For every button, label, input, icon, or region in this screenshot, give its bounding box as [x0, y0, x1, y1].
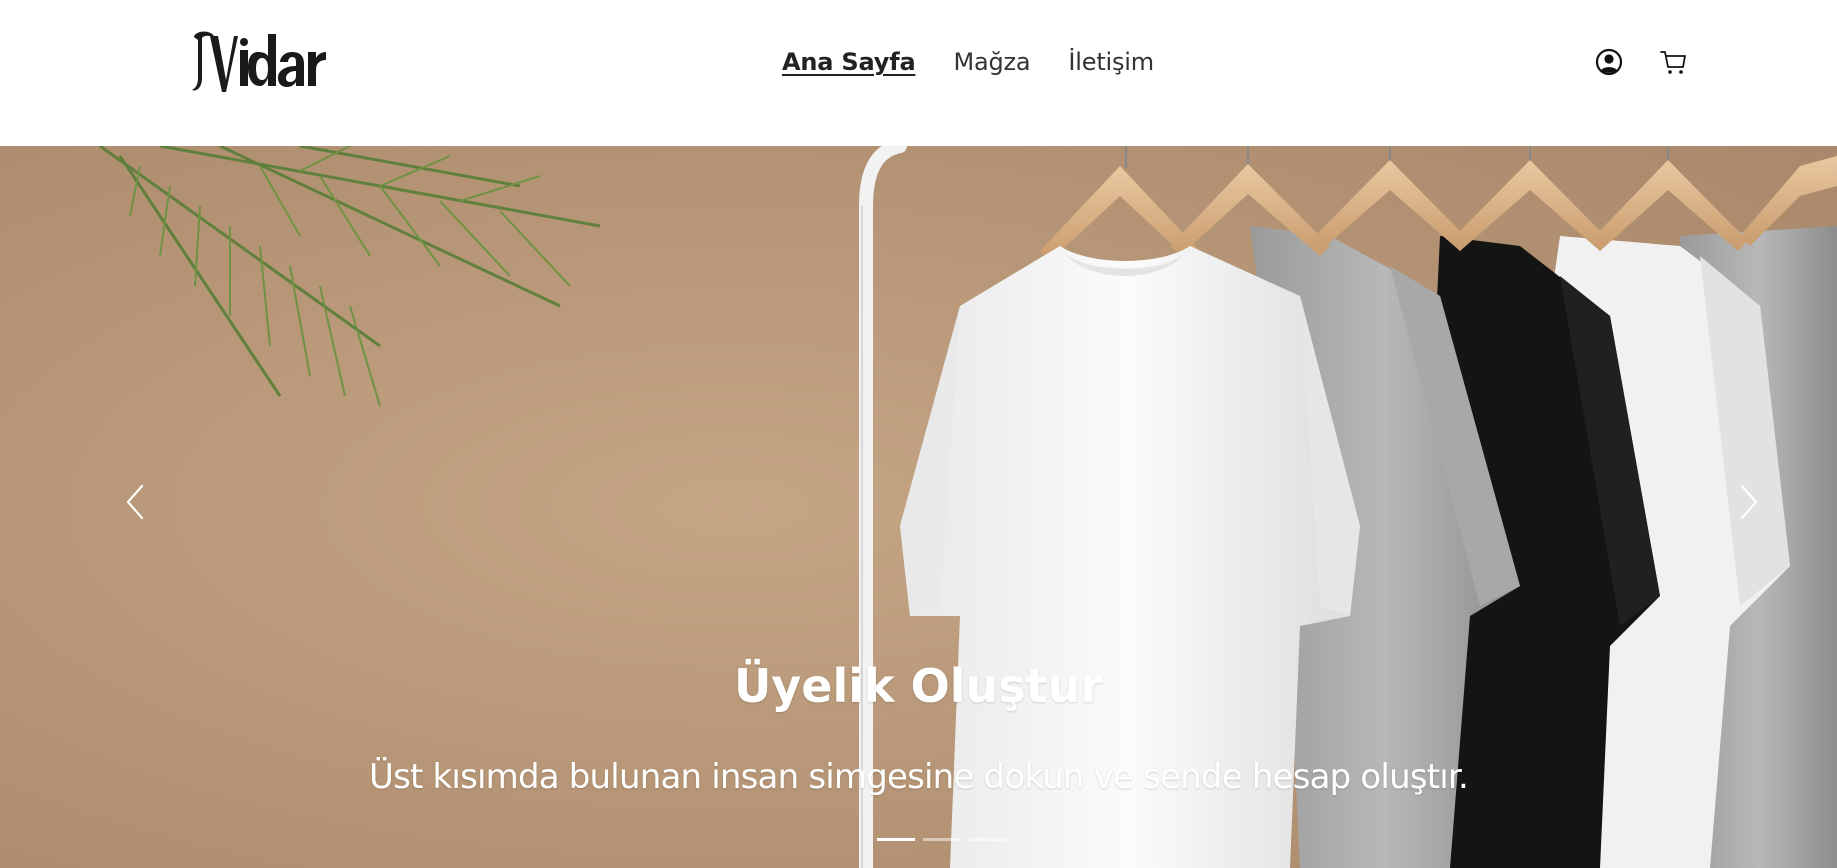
header-actions — [1594, 47, 1688, 77]
cart-icon[interactable] — [1658, 47, 1688, 77]
hero-carousel: Üyelik Oluştur Üst kısımda bulunan insan… — [0, 146, 1837, 868]
carousel-indicator-1[interactable] — [877, 838, 915, 841]
nav-item-magza[interactable]: Mağza — [953, 46, 1030, 78]
brand-logo[interactable] — [188, 26, 328, 96]
carousel-indicators — [877, 838, 1007, 841]
carousel-indicator-3[interactable] — [969, 838, 1007, 841]
user-circle-icon[interactable] — [1594, 47, 1624, 77]
slide-description: Üst kısımda bulunan insan simgesine doku… — [369, 757, 1469, 797]
carousel-next-button[interactable] — [1728, 482, 1768, 522]
chevron-right-icon — [1740, 484, 1758, 520]
nav-item-ana-sayfa[interactable]: Ana Sayfa — [782, 46, 916, 78]
slide-title: Üyelik Oluştur — [733, 659, 1104, 713]
chevron-left-icon — [126, 484, 144, 520]
logo-image — [192, 31, 326, 92]
carousel-prev-button[interactable] — [116, 482, 156, 522]
site-header: Ana Sayfa Mağza İletişim — [0, 0, 1837, 146]
nav-item-iletisim[interactable]: İletişim — [1068, 46, 1154, 78]
main-nav: Ana Sayfa Mağza İletişim — [782, 46, 1154, 78]
carousel-indicator-2[interactable] — [923, 838, 961, 841]
